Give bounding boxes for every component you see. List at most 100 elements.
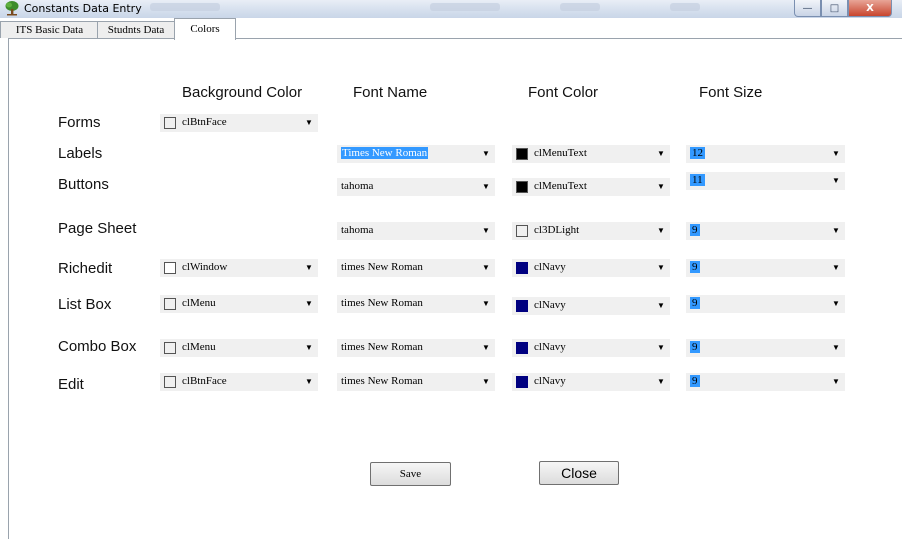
combo-value: times New Roman	[341, 375, 423, 387]
combo-value: clWindow	[182, 261, 228, 273]
row-label-edit: Edit	[58, 376, 84, 393]
close-button[interactable]: Close	[539, 461, 619, 485]
header-font-name: Font Name	[353, 84, 428, 101]
combo-value: clNavy	[534, 299, 566, 311]
color-swatch	[516, 342, 528, 354]
labels-font-size-combo[interactable]: 12 ▼	[686, 145, 845, 163]
dropdown-arrow-icon[interactable]: ▼	[480, 225, 492, 237]
edit-font-color-combo[interactable]: clNavy ▼	[512, 373, 670, 391]
dropdown-arrow-icon[interactable]: ▼	[830, 225, 842, 237]
dropdown-arrow-icon[interactable]: ▼	[303, 376, 315, 388]
combo-value: clNavy	[534, 261, 566, 273]
labels-font-color-combo[interactable]: clMenuText ▼	[512, 145, 670, 163]
edit-background-color-combo[interactable]: clBtnFace ▼	[160, 373, 318, 391]
window-title: Constants Data Entry	[24, 2, 142, 15]
title-bar-shading	[430, 3, 500, 11]
combo-value: times New Roman	[341, 261, 423, 273]
combo-value: tahoma	[341, 180, 374, 192]
window-controls: — □ X	[794, 0, 892, 18]
dropdown-arrow-icon[interactable]: ▼	[830, 298, 842, 310]
app-tree-icon	[5, 1, 19, 16]
forms-background-color-combo[interactable]: clBtnFace ▼	[160, 114, 318, 132]
title-bar-shading	[150, 3, 220, 11]
dropdown-arrow-icon[interactable]: ▼	[830, 342, 842, 354]
dropdown-arrow-icon[interactable]: ▼	[480, 298, 492, 310]
save-button[interactable]: Save	[370, 462, 451, 486]
richedit-font-color-combo[interactable]: clNavy ▼	[512, 259, 670, 277]
dropdown-arrow-icon[interactable]: ▼	[655, 300, 667, 312]
edit-font-size-combo[interactable]: 9 ▼	[686, 373, 845, 391]
dropdown-arrow-icon[interactable]: ▼	[303, 117, 315, 129]
close-window-button[interactable]: X	[848, 0, 892, 17]
combo-box-font-size-combo[interactable]: 9 ▼	[686, 339, 845, 357]
buttons-font-size-combo[interactable]: 11 ▼	[686, 172, 845, 190]
dropdown-arrow-icon[interactable]: ▼	[480, 376, 492, 388]
combo-value: clMenu	[182, 341, 216, 353]
maximize-button[interactable]: □	[821, 0, 848, 17]
buttons-font-color-combo[interactable]: clMenuText ▼	[512, 178, 670, 196]
combo-value: Times New Roman	[341, 147, 429, 159]
combo-box-font-color-combo[interactable]: clNavy ▼	[512, 339, 670, 357]
dropdown-arrow-icon[interactable]: ▼	[303, 298, 315, 310]
row-label-page-sheet: Page Sheet	[58, 220, 137, 237]
richedit-font-name-combo[interactable]: times New Roman ▼	[337, 259, 495, 277]
combo-value: 12	[690, 147, 705, 159]
labels-font-name-combo[interactable]: Times New Roman ▼	[337, 145, 495, 163]
color-swatch	[516, 225, 528, 237]
buttons-font-name-combo[interactable]: tahoma ▼	[337, 178, 495, 196]
list-box-font-color-combo[interactable]: clNavy ▼	[512, 297, 670, 315]
combo-box-font-name-combo[interactable]: times New Roman ▼	[337, 339, 495, 357]
page-sheet-font-size-combo[interactable]: 9 ▼	[686, 222, 845, 240]
row-label-forms: Forms	[58, 114, 101, 131]
dropdown-arrow-icon[interactable]: ▼	[655, 376, 667, 388]
dropdown-arrow-icon[interactable]: ▼	[655, 225, 667, 237]
dropdown-arrow-icon[interactable]: ▼	[830, 376, 842, 388]
dropdown-arrow-icon[interactable]: ▼	[830, 262, 842, 274]
combo-value: clBtnFace	[182, 375, 227, 387]
richedit-font-size-combo[interactable]: 9 ▼	[686, 259, 845, 277]
dropdown-arrow-icon[interactable]: ▼	[655, 181, 667, 193]
dropdown-arrow-icon[interactable]: ▼	[480, 181, 492, 193]
color-swatch	[516, 181, 528, 193]
dropdown-arrow-icon[interactable]: ▼	[303, 262, 315, 274]
tab-its-basic-data[interactable]: ITS Basic Data	[0, 21, 99, 38]
dropdown-arrow-icon[interactable]: ▼	[655, 342, 667, 354]
title-bar[interactable]: Constants Data Entry — □ X	[0, 0, 902, 18]
header-font-color: Font Color	[528, 84, 599, 101]
dropdown-arrow-icon[interactable]: ▼	[655, 262, 667, 274]
combo-value: clMenu	[182, 297, 216, 309]
dropdown-arrow-icon[interactable]: ▼	[655, 148, 667, 160]
tab-colors[interactable]: Colors	[174, 18, 236, 40]
edit-font-name-combo[interactable]: times New Roman ▼	[337, 373, 495, 391]
color-swatch	[516, 262, 528, 274]
richedit-background-color-combo[interactable]: clWindow ▼	[160, 259, 318, 277]
list-box-font-name-combo[interactable]: times New Roman ▼	[337, 295, 495, 313]
list-box-font-size-combo[interactable]: 9 ▼	[686, 295, 845, 313]
combo-value: 9	[690, 341, 700, 353]
dropdown-arrow-icon[interactable]: ▼	[830, 148, 842, 160]
combo-value: 9	[690, 297, 700, 309]
row-label-richedit: Richedit	[58, 260, 113, 277]
header-font-size: Font Size	[699, 84, 763, 101]
list-box-background-color-combo[interactable]: clMenu ▼	[160, 295, 318, 313]
combo-value: clBtnFace	[182, 116, 227, 128]
combo-value: tahoma	[341, 224, 374, 236]
dropdown-arrow-icon[interactable]: ▼	[830, 175, 842, 187]
combo-value: 9	[690, 261, 700, 273]
row-label-buttons: Buttons	[58, 176, 109, 193]
dropdown-arrow-icon[interactable]: ▼	[303, 342, 315, 354]
combo-value: clMenuText	[534, 147, 587, 159]
minimize-button[interactable]: —	[794, 0, 821, 17]
dropdown-arrow-icon[interactable]: ▼	[480, 262, 492, 274]
dropdown-arrow-icon[interactable]: ▼	[480, 148, 492, 160]
color-swatch	[516, 148, 528, 160]
combo-value: clNavy	[534, 341, 566, 353]
page-sheet-font-name-combo[interactable]: tahoma ▼	[337, 222, 495, 240]
page-sheet-font-color-combo[interactable]: cl3DLight ▼	[512, 222, 670, 240]
row-label-combo-box: Combo Box	[58, 338, 137, 355]
dropdown-arrow-icon[interactable]: ▼	[480, 342, 492, 354]
tab-studnts-data[interactable]: Studnts Data	[97, 21, 175, 38]
combo-box-background-color-combo[interactable]: clMenu ▼	[160, 339, 318, 357]
color-swatch	[516, 300, 528, 312]
tab-strip: ITS Basic Data Studnts Data Colors	[0, 18, 902, 40]
